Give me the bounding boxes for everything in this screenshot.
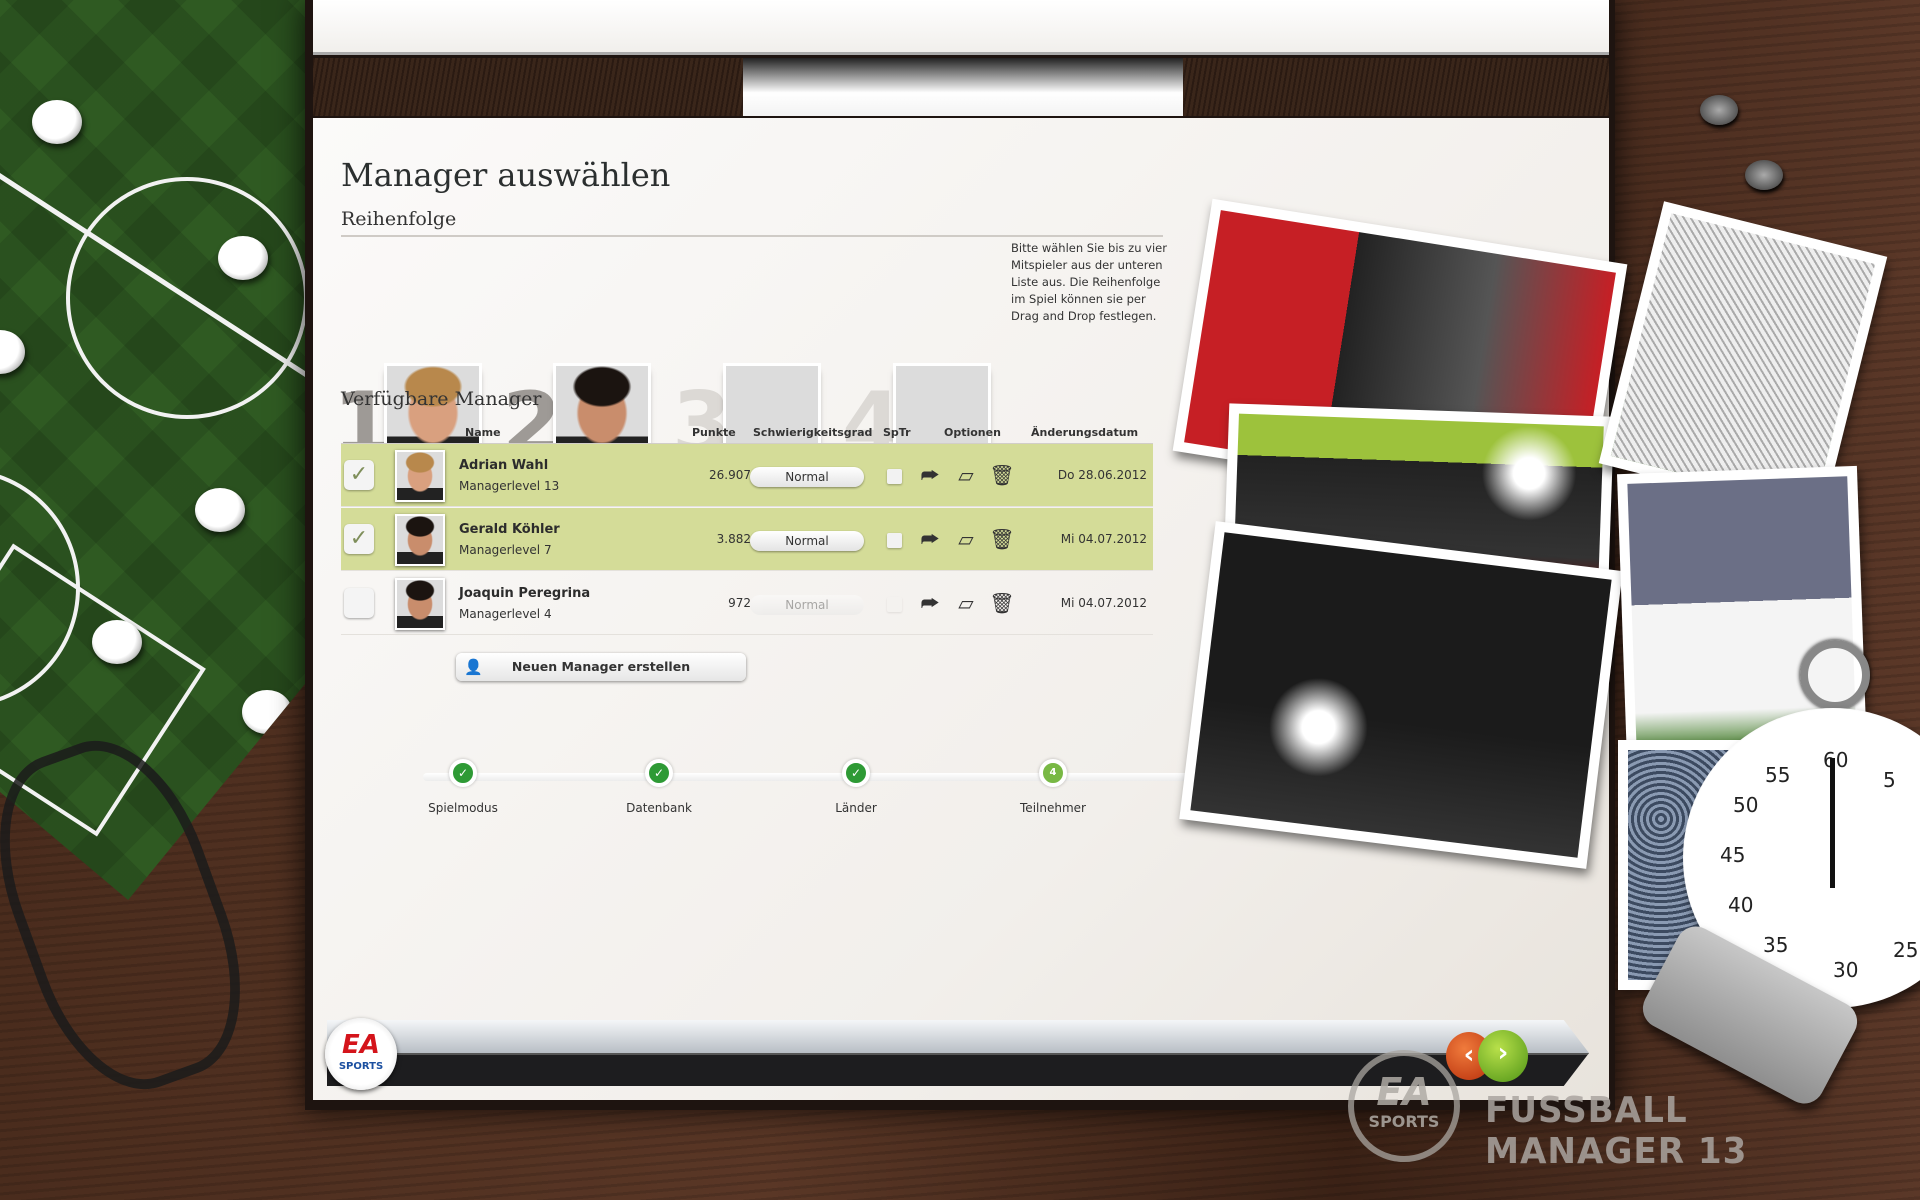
avatar [395, 514, 445, 566]
difficulty-select[interactable]: Normal [750, 531, 864, 551]
sptr-checkbox[interactable] [887, 533, 902, 548]
delete-icon[interactable]: 🗑 [989, 462, 1015, 488]
check-icon: ✓ [842, 759, 870, 787]
select-checkbox[interactable] [344, 588, 374, 618]
manager-points: 972 [728, 596, 751, 610]
col-options: Optionen [944, 426, 1001, 439]
changed-date: Do 28.06.2012 [1057, 468, 1147, 482]
player-magnet [92, 620, 142, 664]
step-datenbank[interactable]: ✓ Datenbank [579, 755, 739, 815]
table-row[interactable]: ✓ Gerald Köhler Managerlevel 7 3.882 Nor… [341, 508, 1153, 571]
table-header: Name Punkte Schwierigkeitsgrad SpTr Opti… [341, 426, 1153, 442]
export-icon[interactable]: ⮫ [917, 462, 943, 488]
step-spielmodus[interactable]: ✓ Spielmodus [383, 755, 543, 815]
delete-icon[interactable]: 🗑 [989, 590, 1015, 616]
manager-points: 3.882 [716, 532, 751, 546]
manager-name: Joaquin Peregrina [459, 586, 591, 601]
player-magnet [195, 488, 245, 532]
manager-level: Managerlevel 7 [459, 543, 552, 557]
col-difficulty[interactable]: Schwierigkeitsgrad [753, 426, 872, 439]
player-magnet [0, 330, 25, 374]
manager-points: 26.907 [709, 468, 751, 482]
col-sptr[interactable]: SpTr [883, 426, 911, 439]
changed-date: Mi 04.07.2012 [1060, 532, 1147, 546]
order-section-title: Reihenfolge [341, 208, 457, 230]
ea-sports-logo: EA SPORTS [325, 1018, 397, 1090]
delete-icon[interactable]: 🗑 [989, 526, 1015, 552]
difficulty-select[interactable]: Normal [750, 467, 864, 487]
avatar [395, 450, 445, 502]
stud-decoration [1745, 160, 1783, 190]
order-hint-text: Bitte wählen Sie bis zu vier Mitspieler … [1011, 241, 1167, 323]
photo-press-crowd [1179, 521, 1623, 869]
stopwatch-hand [1830, 758, 1835, 888]
new-manager-button[interactable]: 👤 Neuen Manager erstellen [456, 653, 746, 681]
stopwatch-crown [1800, 640, 1870, 710]
person-icon: 👤 [464, 658, 483, 676]
step-laender[interactable]: ✓ Länder [776, 755, 936, 815]
rename-icon[interactable]: ▱ [953, 526, 979, 552]
next-button[interactable]: › [1478, 1030, 1528, 1082]
divider [341, 235, 1163, 237]
player-magnet [32, 100, 82, 144]
manager-level: Managerlevel 4 [459, 607, 552, 621]
sptr-checkbox [887, 597, 902, 612]
avatar [395, 578, 445, 630]
table-row[interactable]: Joaquin Peregrina Managerlevel 4 972 Nor… [341, 572, 1153, 635]
difficulty-select: Normal [750, 595, 864, 615]
check-icon: ✓ [449, 759, 477, 787]
manager-name: Adrian Wahl [459, 458, 549, 473]
manager-level: Managerlevel 13 [459, 479, 560, 493]
ea-sports-watermark: EA SPORTS [1348, 1050, 1460, 1162]
export-icon[interactable]: ⮫ [917, 590, 943, 616]
manager-name: Gerald Köhler [459, 522, 560, 537]
step-teilnehmer[interactable]: 4 Teilnehmer [973, 755, 1133, 815]
stud-decoration [1700, 95, 1738, 125]
check-icon: ✓ [645, 759, 673, 787]
col-name[interactable]: Name [465, 426, 501, 439]
rename-icon[interactable]: ▱ [953, 462, 979, 488]
export-icon[interactable]: ⮫ [917, 526, 943, 552]
col-changed[interactable]: Änderungsdatum [1031, 426, 1138, 439]
table-row[interactable]: ✓ Adrian Wahl Managerlevel 13 26.907 Nor… [341, 444, 1153, 507]
binder-spine [313, 58, 1609, 116]
rename-icon[interactable]: ▱ [953, 590, 979, 616]
page-title: Manager auswählen [341, 156, 671, 194]
select-checkbox[interactable]: ✓ [344, 524, 374, 554]
player-magnet [218, 236, 268, 280]
sptr-checkbox[interactable] [887, 469, 902, 484]
available-section-title: Verfügbare Manager [341, 388, 542, 410]
previous-page-sheet [313, 0, 1609, 55]
changed-date: Mi 04.07.2012 [1060, 596, 1147, 610]
col-points[interactable]: Punkte [692, 426, 736, 439]
select-checkbox[interactable]: ✓ [344, 460, 374, 490]
game-title: FUSSBALL MANAGER 13 [1485, 1090, 1748, 1172]
